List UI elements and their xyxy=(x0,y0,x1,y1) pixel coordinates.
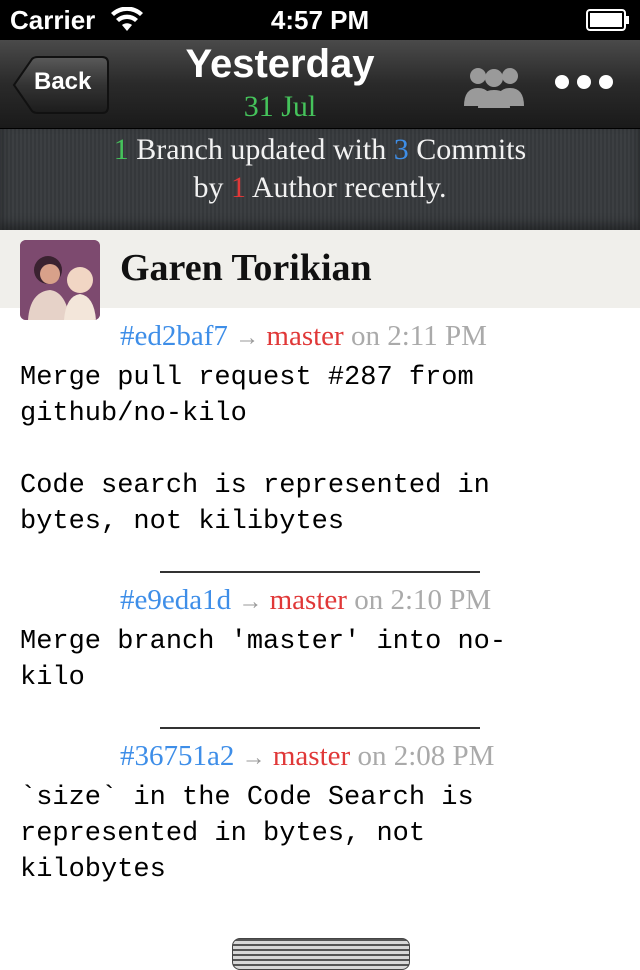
commit-sha[interactable]: #e9eda1d xyxy=(120,584,231,616)
back-button-label: Back xyxy=(34,68,92,95)
commit-divider xyxy=(160,571,480,573)
summary-line-2: by 1 Author recently. xyxy=(0,171,640,205)
commit-time: on 2:10 PM xyxy=(346,584,492,616)
status-time: 4:57 PM xyxy=(270,5,370,35)
by-text: by xyxy=(193,171,231,204)
drag-handle[interactable] xyxy=(232,938,410,970)
branch-name: master xyxy=(272,740,351,772)
page-date: 31 Jul xyxy=(243,90,317,123)
branch-count: 1 xyxy=(113,133,129,166)
arrow-icon: → xyxy=(241,745,266,771)
status-bar: Carrier 4:57 PM xyxy=(0,0,640,40)
people-icon[interactable] xyxy=(458,64,530,108)
commit-meta: #ed2baf7 → master on 2:11 PM xyxy=(120,320,487,353)
commit-time: on 2:11 PM xyxy=(343,320,487,352)
commit-message: `size` in the Code Search is represented… xyxy=(20,783,474,885)
arrow-icon: → xyxy=(235,325,260,351)
back-button[interactable]: Back xyxy=(12,56,109,114)
branch-name: master xyxy=(266,320,344,352)
summary-banner: 1 Branch updated with 3 Commits by 1 Aut… xyxy=(0,129,640,230)
avatar-photo xyxy=(20,240,100,320)
battery-icon xyxy=(586,9,629,31)
commit-message: Merge branch 'master' into no- kilo xyxy=(20,627,507,693)
more-icon[interactable] xyxy=(552,70,616,94)
author-header: Garen Torikian xyxy=(0,230,640,320)
summary-line-1: 1 Branch updated with 3 Commits xyxy=(0,133,640,167)
commit-sha[interactable]: #ed2baf7 xyxy=(120,320,228,352)
branch-text: Branch updated with xyxy=(128,133,394,166)
avatar xyxy=(20,240,100,320)
commit-meta: #36751a2 → master on 2:08 PM xyxy=(120,740,494,773)
page-title: Yesterday xyxy=(185,42,375,86)
commit-text: Commits xyxy=(408,133,527,166)
arrow-icon: → xyxy=(238,589,263,615)
author-name: Garen Torikian xyxy=(120,247,372,289)
commit-sha[interactable]: #36751a2 xyxy=(120,740,234,772)
author-text: Author recently. xyxy=(246,171,447,204)
author-count: 1 xyxy=(231,171,246,204)
commit-message: Merge pull request #287 from github/no-k… xyxy=(20,363,490,537)
commit-meta: #e9eda1d → master on 2:10 PM xyxy=(120,584,491,617)
commit-divider xyxy=(160,727,480,729)
navigation-bar: Back Yesterday 31 Jul xyxy=(0,40,640,129)
branch-name: master xyxy=(269,584,347,616)
commit-time: on 2:08 PM xyxy=(350,740,495,772)
commit-count: 3 xyxy=(393,133,409,166)
